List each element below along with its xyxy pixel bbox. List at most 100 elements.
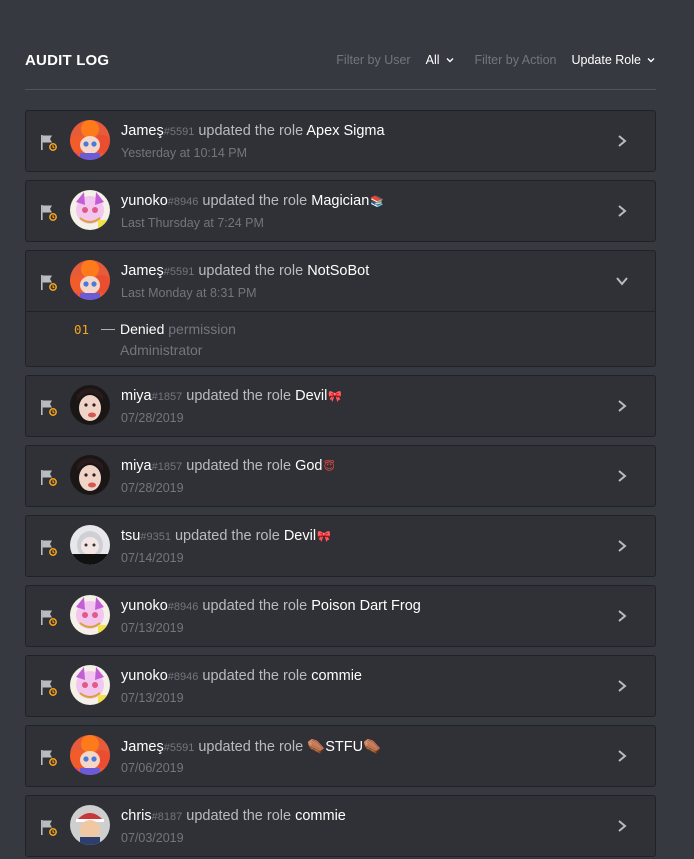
audit-log-entry[interactable]: Jameş#5591 updated the role Apex Sigma Y… <box>25 110 656 172</box>
action-text: updated the role <box>174 528 280 544</box>
filter-by-user-value: All <box>425 53 440 67</box>
flag-icon <box>41 820 57 836</box>
avatar[interactable] <box>70 595 110 635</box>
action-text: updated the role <box>202 668 308 684</box>
username[interactable]: Jameş <box>121 739 164 755</box>
avatar[interactable] <box>70 525 110 565</box>
entry-summary: Jameş#5591 updated the role ⚰️STFU⚰️ <box>121 738 382 755</box>
audit-log-entry-header[interactable]: yunoko#8946 updated the role Magician📚 L… <box>26 181 655 241</box>
chevron-right-icon[interactable] <box>615 203 629 219</box>
audit-log-entry-header[interactable]: miya#1857 updated the role God😇 07/28/20… <box>26 446 655 506</box>
role-name: ⚰️STFU⚰️ <box>307 739 382 755</box>
avatar[interactable] <box>70 190 110 230</box>
role-emoji: 🎀 <box>317 531 331 543</box>
audit-log-entry-header[interactable]: yunoko#8946 updated the role Poison Dart… <box>26 586 655 646</box>
entry-summary: chris#8187 updated the role commie <box>121 808 347 824</box>
filter-by-user-dropdown[interactable]: All <box>426 53 455 67</box>
timestamp: 07/13/2019 <box>121 691 184 705</box>
timestamp: Last Monday at 8:31 PM <box>121 286 257 300</box>
audit-log-entry[interactable]: tsu#9351 updated the role Devil🎀 07/14/2… <box>25 515 656 577</box>
timestamp: 07/14/2019 <box>121 551 184 565</box>
avatar[interactable] <box>70 260 110 300</box>
chevron-right-icon[interactable] <box>615 133 629 149</box>
change-action: Denied permission <box>120 321 236 337</box>
change-dash: — <box>101 320 115 336</box>
chevron-right-icon[interactable] <box>615 748 629 764</box>
audit-log-entry-header[interactable]: Jameş#5591 updated the role NotSoBot Las… <box>26 251 655 312</box>
filters: Filter by User All Filter by Action Upda… <box>336 53 656 67</box>
change-action-word: Denied <box>120 321 165 337</box>
audit-log-entry[interactable]: yunoko#8946 updated the role Poison Dart… <box>25 585 656 647</box>
role-name: commie <box>311 668 362 684</box>
avatar[interactable] <box>70 455 110 495</box>
filter-by-action-value: Update Role <box>571 53 642 67</box>
role-name: commie <box>295 808 346 824</box>
username[interactable]: yunoko <box>121 668 168 684</box>
chevron-right-icon[interactable] <box>615 468 629 484</box>
flag-icon <box>41 610 57 626</box>
username[interactable]: Jameş <box>121 123 164 139</box>
chevron-right-icon[interactable] <box>615 398 629 414</box>
change-permission-word: permission <box>168 321 236 337</box>
audit-log-entry[interactable]: Jameş#5591 updated the role NotSoBot Las… <box>25 250 656 367</box>
avatar[interactable] <box>70 805 110 845</box>
filter-by-action-dropdown[interactable]: Update Role <box>572 53 657 67</box>
timestamp: 07/28/2019 <box>121 411 184 425</box>
audit-log-entry-header[interactable]: Jameş#5591 updated the role ⚰️STFU⚰️ 07/… <box>26 726 655 786</box>
flag-icon <box>41 750 57 766</box>
role-emoji: 😇 <box>323 461 335 473</box>
role-emoji: 📚 <box>370 196 384 208</box>
entry-change-details: 01 — Denied permission Administrator <box>26 312 655 366</box>
avatar[interactable] <box>70 735 110 775</box>
username[interactable]: miya <box>121 388 152 404</box>
username[interactable]: yunoko <box>121 193 168 209</box>
username[interactable]: Jameş <box>121 263 164 279</box>
chevron-right-icon[interactable] <box>615 538 629 554</box>
audit-log-entry[interactable]: yunoko#8946 updated the role Magician📚 L… <box>25 180 656 242</box>
action-text: updated the role <box>198 739 304 755</box>
audit-log-page: AUDIT LOG Filter by User All Filter by A… <box>0 0 694 859</box>
entry-summary: tsu#9351 updated the role Devil🎀 <box>121 528 331 544</box>
discriminator: #5591 <box>163 742 195 754</box>
flag-icon <box>41 205 57 221</box>
action-text: updated the role <box>202 598 308 614</box>
timestamp: Yesterday at 10:14 PM <box>121 146 248 160</box>
username[interactable]: yunoko <box>121 598 168 614</box>
audit-log-entry-header[interactable]: miya#1857 updated the role Devil🎀 07/28/… <box>26 376 655 436</box>
flag-icon <box>41 275 57 291</box>
action-text: updated the role <box>202 193 308 209</box>
avatar[interactable] <box>70 385 110 425</box>
audit-log-entry[interactable]: yunoko#8946 updated the role commie 07/1… <box>25 655 656 717</box>
action-text: updated the role <box>186 458 292 474</box>
flag-icon <box>41 470 57 486</box>
action-text: updated the role <box>186 388 292 404</box>
audit-log-entry-header[interactable]: tsu#9351 updated the role Devil🎀 07/14/2… <box>26 516 655 576</box>
avatar[interactable] <box>70 120 110 160</box>
audit-log-entry-header[interactable]: chris#8187 updated the role commie 07/03… <box>26 796 655 856</box>
audit-log-entry-header[interactable]: yunoko#8946 updated the role commie 07/1… <box>26 656 655 716</box>
page-title: AUDIT LOG <box>25 51 110 69</box>
username[interactable]: chris <box>121 808 152 824</box>
discriminator: #8946 <box>167 601 199 613</box>
timestamp: 07/06/2019 <box>121 761 184 775</box>
username[interactable]: miya <box>121 458 152 474</box>
change-number: 01 <box>74 322 90 337</box>
audit-log-entry[interactable]: miya#1857 updated the role God😇 07/28/20… <box>25 445 656 507</box>
discriminator: #8946 <box>167 671 199 683</box>
discriminator: #9351 <box>140 531 171 543</box>
chevron-right-icon[interactable] <box>615 818 629 834</box>
username[interactable]: tsu <box>121 528 140 544</box>
chevron-right-icon[interactable] <box>615 678 629 694</box>
entry-summary: Jameş#5591 updated the role Apex Sigma <box>121 123 386 139</box>
audit-log-entry-header[interactable]: Jameş#5591 updated the role Apex Sigma Y… <box>26 111 655 171</box>
discriminator: #1857 <box>151 391 183 403</box>
action-text: updated the role <box>186 808 292 824</box>
role-name: God <box>295 458 323 474</box>
header-divider <box>25 89 656 90</box>
audit-log-entry[interactable]: Jameş#5591 updated the role ⚰️STFU⚰️ 07/… <box>25 725 656 787</box>
avatar[interactable] <box>70 665 110 705</box>
audit-log-entry[interactable]: miya#1857 updated the role Devil🎀 07/28/… <box>25 375 656 437</box>
audit-log-entry[interactable]: chris#8187 updated the role commie 07/03… <box>25 795 656 857</box>
chevron-right-icon[interactable] <box>615 608 629 624</box>
chevron-down-icon[interactable] <box>615 273 629 289</box>
